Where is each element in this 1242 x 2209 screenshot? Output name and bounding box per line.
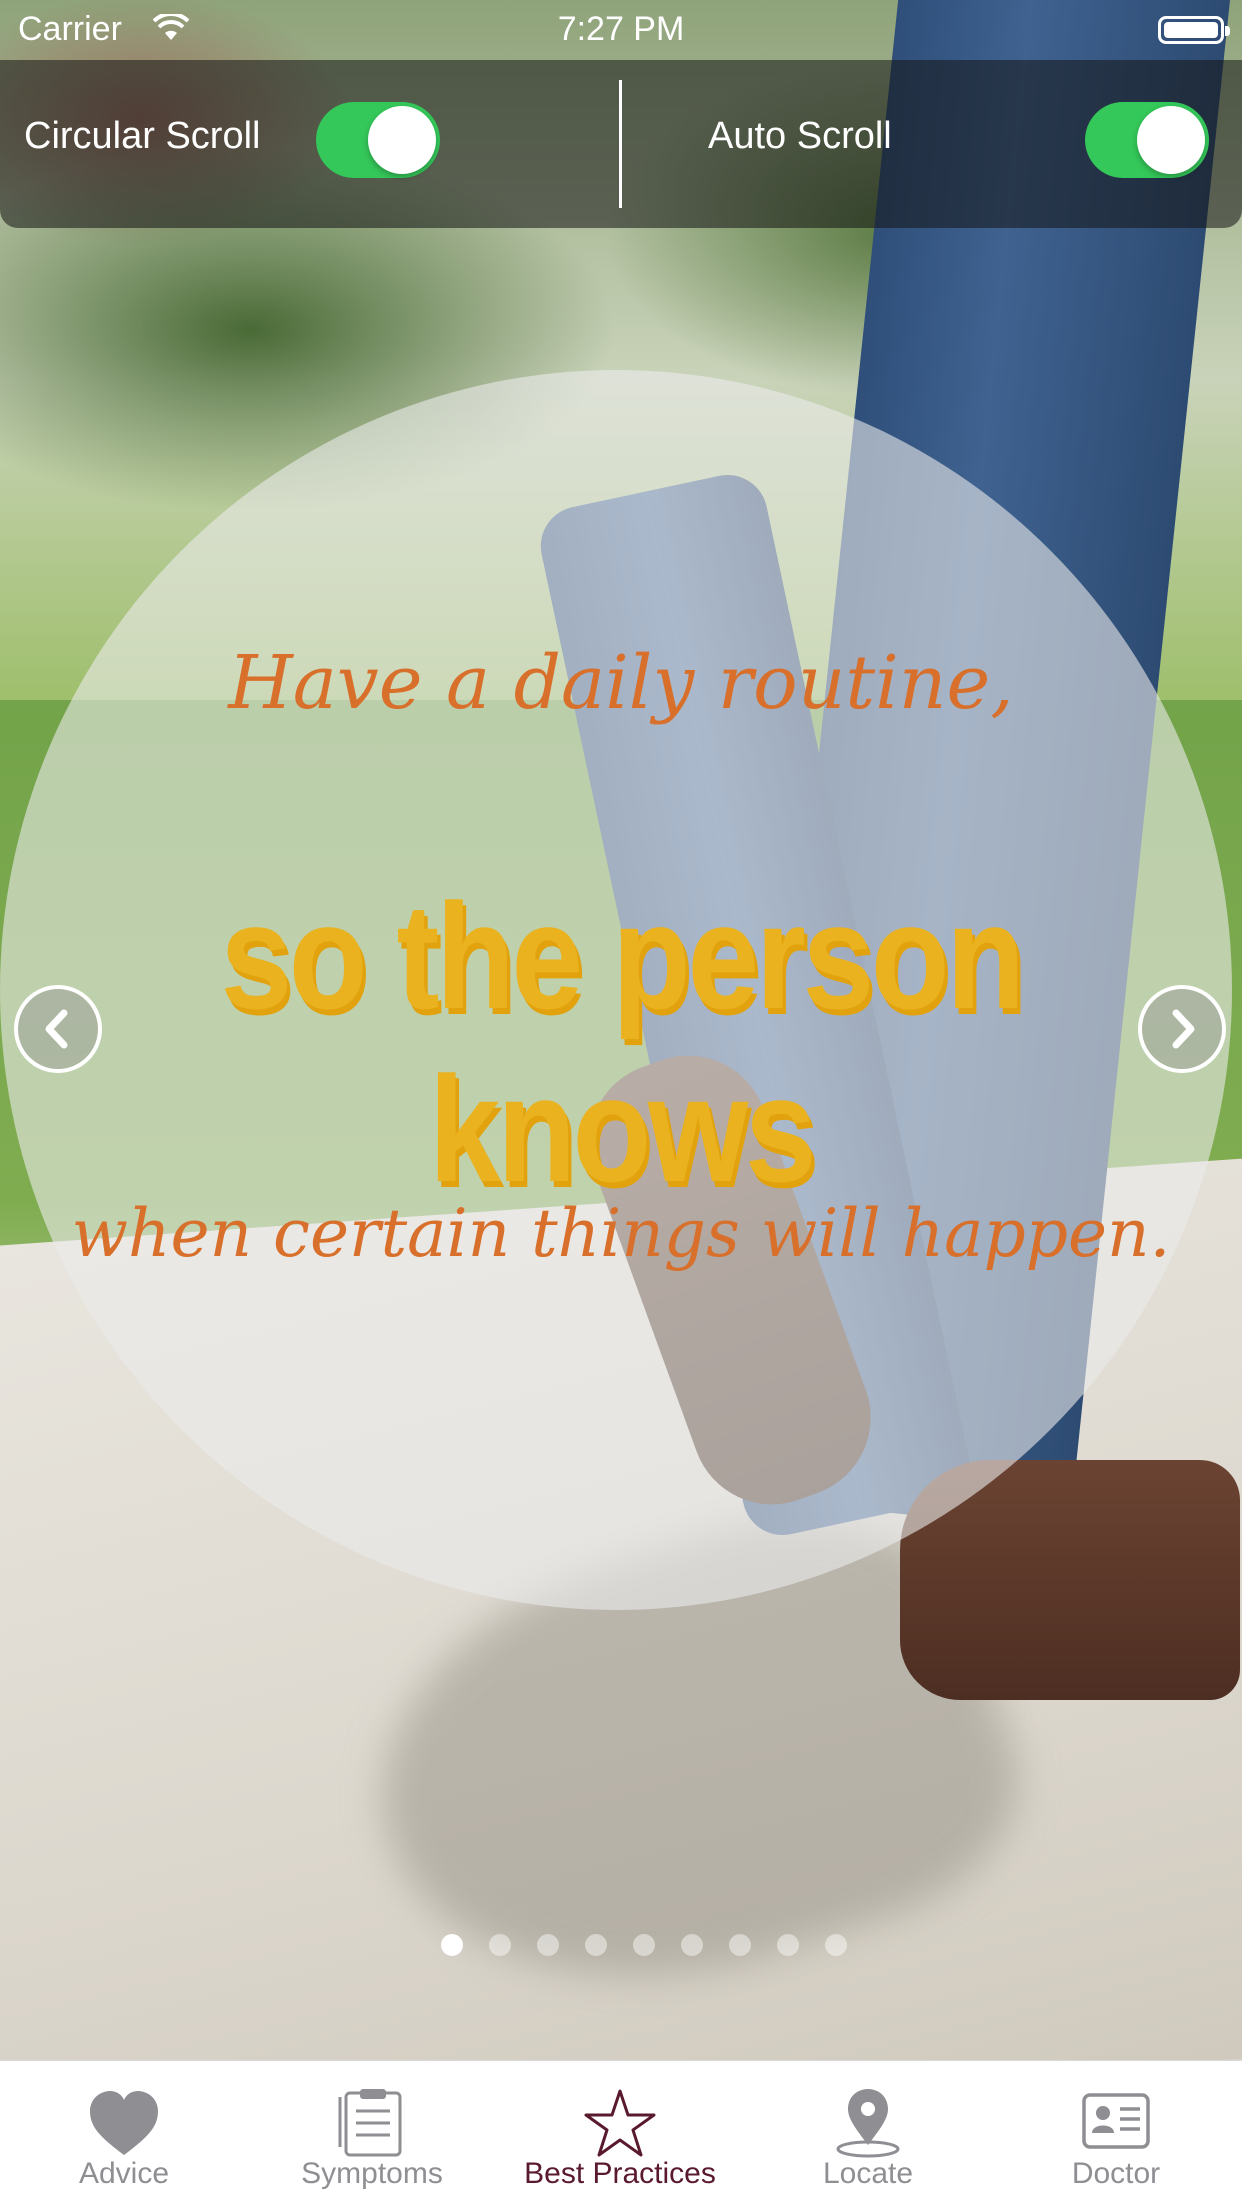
tab-label: Best Practices bbox=[524, 2157, 716, 2190]
heart-icon bbox=[90, 2091, 158, 2155]
tab-advice[interactable]: Advice bbox=[0, 2061, 248, 2209]
tab-label: Symptoms bbox=[301, 2157, 443, 2190]
page-dot[interactable] bbox=[537, 1934, 559, 1956]
page-dot[interactable] bbox=[825, 1934, 847, 1956]
battery-icon bbox=[1158, 16, 1230, 44]
tab-label: Advice bbox=[78, 2157, 170, 2190]
page-dot[interactable] bbox=[633, 1934, 655, 1956]
auto-scroll-label: Auto Scroll bbox=[708, 115, 892, 157]
contact-card-icon bbox=[1082, 2093, 1150, 2149]
slide-text-line-1: Have a daily routine, bbox=[228, 640, 1014, 726]
auto-scroll-toggle[interactable] bbox=[1085, 102, 1209, 178]
page-indicator[interactable] bbox=[441, 1934, 851, 1956]
circular-scroll-toggle[interactable] bbox=[316, 102, 440, 178]
controls-divider bbox=[619, 80, 622, 208]
page-dot[interactable] bbox=[729, 1934, 751, 1956]
status-bar: Carrier 7:27 PM bbox=[0, 0, 1242, 60]
slide-text-line-2: so the person knows bbox=[220, 872, 1025, 1213]
page-dot[interactable] bbox=[585, 1934, 607, 1956]
circular-scroll-label: Circular Scroll bbox=[24, 115, 261, 157]
page-dot[interactable] bbox=[681, 1934, 703, 1956]
page-dot[interactable] bbox=[441, 1934, 463, 1956]
page-dot[interactable] bbox=[489, 1934, 511, 1956]
location-pin-icon bbox=[836, 2089, 900, 2158]
status-time: 7:27 PM bbox=[557, 10, 685, 48]
tab-locate[interactable]: Locate bbox=[744, 2061, 992, 2209]
star-icon bbox=[584, 2089, 656, 2157]
clipboard-icon bbox=[338, 2089, 402, 2157]
tab-label: Doctor bbox=[1071, 2157, 1161, 2190]
tab-bar: Advice Symptoms Best Practices Locate Do… bbox=[0, 2060, 1242, 2209]
scroll-controls-bar: Circular Scroll Auto Scroll bbox=[0, 60, 1242, 228]
chevron-left-icon bbox=[45, 1009, 68, 1049]
tab-doctor[interactable]: Doctor bbox=[992, 2061, 1240, 2209]
tab-label: Locate bbox=[822, 2157, 914, 2190]
tab-best-practices[interactable]: Best Practices bbox=[496, 2061, 744, 2209]
page-dot[interactable] bbox=[777, 1934, 799, 1956]
next-slide-button[interactable] bbox=[1138, 985, 1226, 1073]
tab-symptoms[interactable]: Symptoms bbox=[248, 2061, 496, 2209]
previous-slide-button[interactable] bbox=[14, 985, 102, 1073]
slide-text-line-3: when certain things will happen. bbox=[71, 1195, 1171, 1272]
chevron-right-icon bbox=[1172, 1009, 1195, 1049]
